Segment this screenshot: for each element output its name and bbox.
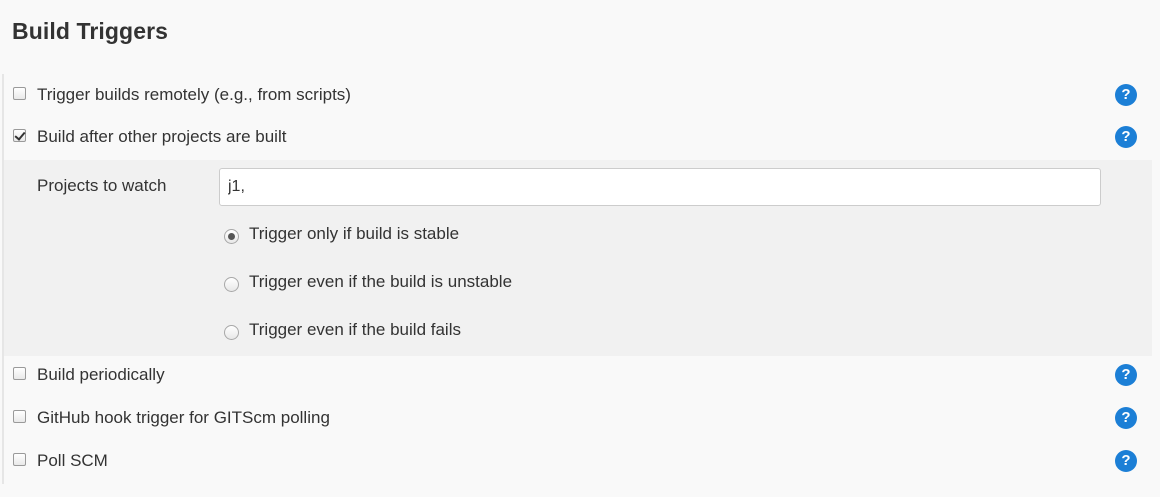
github-hook-row: GitHub hook trigger for GITScm polling ? bbox=[0, 397, 1160, 439]
build-periodically-checkbox[interactable] bbox=[13, 367, 26, 380]
build-triggers-page: Build Triggers Trigger builds remotely (… bbox=[0, 0, 1160, 497]
github-hook-checkbox[interactable] bbox=[13, 410, 26, 423]
section-title: Build Triggers bbox=[12, 18, 169, 44]
poll-scm-label[interactable]: Poll SCM bbox=[37, 451, 108, 471]
radio-stable-label[interactable]: Trigger only if build is stable bbox=[249, 224, 459, 244]
poll-scm-row: Poll SCM ? bbox=[0, 440, 1160, 482]
build-triggers-section: Trigger builds remotely (e.g., from scri… bbox=[0, 74, 1160, 484]
trigger-remote-label[interactable]: Trigger builds remotely (e.g., from scri… bbox=[37, 85, 351, 105]
radio-option-fails[interactable]: Trigger even if the build fails bbox=[224, 317, 724, 347]
help-icon[interactable]: ? bbox=[1115, 84, 1137, 106]
radio-stable[interactable] bbox=[224, 229, 239, 244]
build-after-other-checkbox[interactable] bbox=[13, 129, 26, 142]
radio-option-unstable[interactable]: Trigger even if the build is unstable bbox=[224, 269, 724, 299]
help-icon[interactable]: ? bbox=[1115, 126, 1137, 148]
radio-fails-label[interactable]: Trigger even if the build fails bbox=[249, 320, 461, 340]
radio-fails[interactable] bbox=[224, 325, 239, 340]
build-periodically-row: Build periodically ? bbox=[0, 354, 1160, 396]
radio-option-stable[interactable]: Trigger only if build is stable bbox=[224, 221, 724, 251]
projects-to-watch-input[interactable] bbox=[219, 168, 1101, 206]
build-after-other-row: Build after other projects are built ? bbox=[0, 116, 1160, 158]
trigger-remote-row: Trigger builds remotely (e.g., from scri… bbox=[0, 74, 1160, 116]
help-icon[interactable]: ? bbox=[1115, 450, 1137, 472]
help-icon[interactable]: ? bbox=[1115, 407, 1137, 429]
projects-to-watch-label: Projects to watch bbox=[37, 176, 167, 195]
build-after-other-label[interactable]: Build after other projects are built bbox=[37, 127, 286, 147]
help-icon[interactable]: ? bbox=[1115, 364, 1137, 386]
github-hook-label[interactable]: GitHub hook trigger for GITScm polling bbox=[37, 408, 330, 428]
radio-unstable-label[interactable]: Trigger even if the build is unstable bbox=[249, 272, 512, 292]
trigger-remote-checkbox[interactable] bbox=[13, 87, 26, 100]
radio-unstable[interactable] bbox=[224, 277, 239, 292]
poll-scm-checkbox[interactable] bbox=[13, 453, 26, 466]
build-after-other-options: Projects to watch Trigger only if build … bbox=[4, 160, 1152, 356]
build-periodically-label[interactable]: Build periodically bbox=[37, 365, 165, 385]
